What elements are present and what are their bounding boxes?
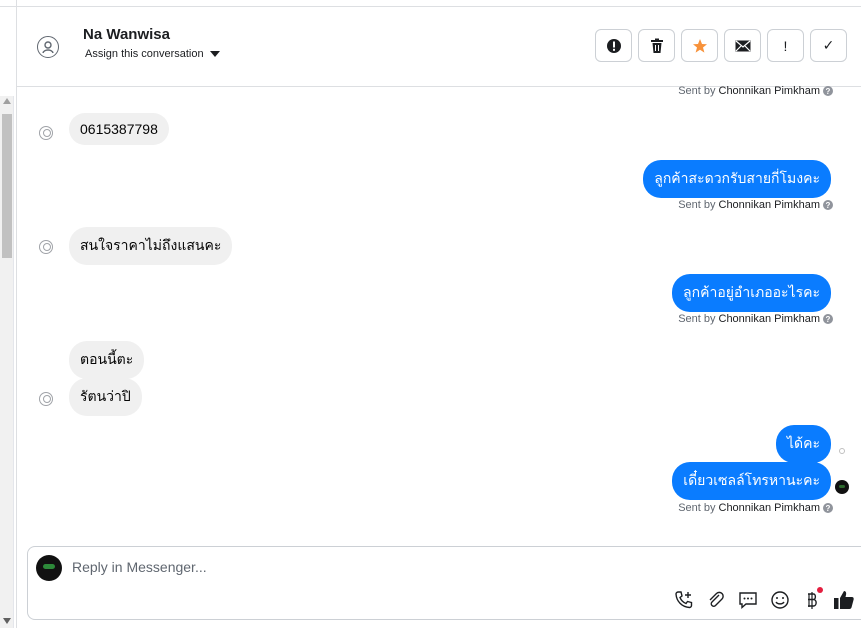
thumbs-up-icon[interactable] [833, 589, 855, 611]
message-bubble-incoming[interactable]: รัตนว่าปิ [69, 378, 142, 416]
page-avatar [36, 555, 62, 581]
reply-composer [27, 546, 861, 620]
alert-circle-icon [606, 38, 621, 53]
exclamation-icon: ! [783, 37, 788, 54]
help-icon[interactable]: ? [823, 86, 833, 96]
help-icon[interactable]: ? [823, 314, 833, 324]
envelope-icon [735, 40, 750, 51]
assign-label: Assign this conversation [85, 48, 204, 60]
reply-input[interactable] [72, 559, 772, 575]
user-icon [42, 41, 54, 54]
conversation-header: Na Wanwisa Assign this conversation ! ✓ [17, 7, 861, 87]
check-icon: ✓ [822, 37, 835, 53]
sent-by-label: Sent by Chonnikan Pimkham ? [678, 199, 833, 211]
sent-by-label: Sent by Chonnikan Pimkham ? [678, 502, 833, 514]
agent-name: Chonnikan Pimkham [718, 199, 821, 211]
contact-name[interactable]: Na Wanwisa [83, 26, 170, 43]
emoji-icon[interactable] [769, 589, 791, 611]
chevron-down-icon [209, 51, 220, 57]
spam-button[interactable] [595, 29, 632, 62]
delete-button[interactable] [638, 29, 675, 62]
message-bubble-outgoing[interactable]: เดี๋ยวเซลล์โทรหานะคะ [672, 462, 831, 500]
scroll-down-arrow-icon[interactable] [3, 618, 11, 624]
contact-avatar[interactable] [37, 36, 59, 58]
composer-toolbar [673, 587, 855, 611]
star-icon [692, 38, 707, 53]
message-bubble-incoming[interactable]: สนใจราคาไม่ถึงแสนคะ [69, 227, 233, 265]
message-bubble-outgoing[interactable]: ลูกค้าอยู่อำเภออะไรคะ [672, 274, 831, 312]
scroll-up-arrow-icon[interactable] [3, 98, 11, 104]
mark-unread-button[interactable] [724, 29, 761, 62]
help-icon[interactable]: ? [823, 200, 833, 210]
star-button[interactable] [681, 29, 718, 62]
delivered-indicator [839, 448, 845, 454]
follow-up-button[interactable]: ! [767, 29, 804, 62]
agent-name: Chonnikan Pimkham [718, 502, 821, 514]
mark-done-button[interactable]: ✓ [810, 29, 847, 62]
conversation-toolbar: ! ✓ [595, 29, 847, 62]
sent-by-label: Sent by Chonnikan Pimkham ? [678, 85, 833, 97]
baht-payment-icon[interactable] [801, 587, 823, 611]
agent-name: Chonnikan Pimkham [718, 85, 821, 97]
phone-add-icon[interactable] [673, 589, 695, 611]
assign-conversation-dropdown[interactable]: Assign this conversation [85, 48, 220, 60]
help-icon[interactable]: ? [823, 503, 833, 513]
message-thread[interactable]: Sent by Chonnikan Pimkham ? 0615387798 ล… [17, 85, 861, 544]
message-bubble-incoming[interactable]: 0615387798 [69, 113, 169, 145]
scrollbar[interactable] [0, 96, 14, 628]
message-bubble-outgoing[interactable]: ลูกค้าสะดวกรับสายกี่โมงคะ [643, 160, 831, 198]
notification-dot [817, 587, 823, 593]
attach-icon[interactable] [705, 589, 727, 611]
seen-avatar [835, 480, 849, 494]
message-bubble-outgoing[interactable]: ได้คะ [775, 425, 831, 463]
agent-name: Chonnikan Pimkham [718, 313, 821, 325]
contact-mini-avatar [39, 126, 53, 140]
contact-mini-avatar [39, 392, 53, 406]
contact-mini-avatar [39, 240, 53, 254]
scrollbar-thumb[interactable] [2, 114, 12, 258]
sent-by-label: Sent by Chonnikan Pimkham ? [678, 313, 833, 325]
message-bubble-incoming[interactable]: ตอนนี้ตะ [69, 341, 145, 379]
saved-reply-icon[interactable] [737, 589, 759, 611]
trash-icon [650, 38, 663, 53]
